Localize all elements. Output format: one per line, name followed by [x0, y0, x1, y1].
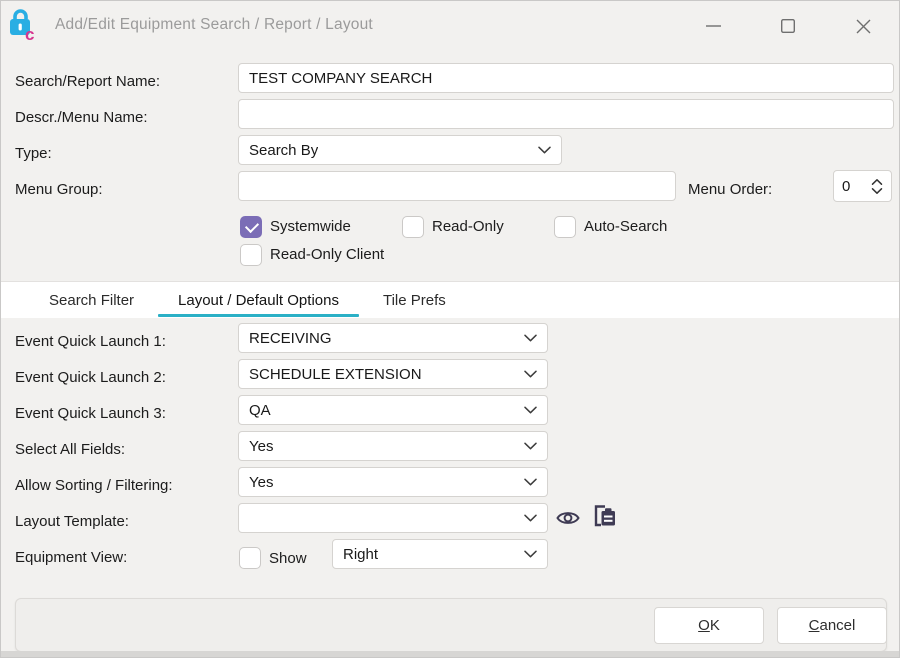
- equipment-view-select[interactable]: Right: [332, 539, 548, 569]
- read-only-client-checkbox-label: Read-Only Client: [270, 246, 384, 263]
- minimize-button[interactable]: [699, 12, 727, 40]
- window-bottom-edge: [1, 651, 899, 657]
- type-select-value: Search By: [249, 142, 318, 159]
- chevron-down-icon: [524, 334, 537, 342]
- auto-search-checkbox[interactable]: [554, 216, 576, 238]
- layout-template-label: Layout Template:: [15, 513, 129, 530]
- menu-order-label: Menu Order:: [688, 181, 772, 198]
- maximize-icon: [781, 19, 795, 33]
- menu-order-stepper[interactable]: 0: [833, 170, 892, 202]
- chevron-down-icon: [524, 370, 537, 378]
- tab-search-filter[interactable]: Search Filter: [27, 282, 156, 318]
- equipment-view-show-label: Show: [269, 550, 307, 567]
- minimize-icon: [706, 25, 721, 27]
- equipment-view-label: Equipment View:: [15, 549, 127, 566]
- close-button[interactable]: [849, 12, 877, 40]
- event-quick-launch-2-label: Event Quick Launch 2:: [15, 369, 166, 386]
- preview-layout-button[interactable]: [555, 505, 581, 531]
- chevron-down-icon: [524, 442, 537, 450]
- search-report-name-label: Search/Report Name:: [15, 73, 160, 90]
- select-all-fields-select[interactable]: Yes: [238, 431, 548, 461]
- chevron-down-icon: [524, 514, 537, 522]
- close-icon: [856, 19, 871, 34]
- menu-order-value: 0: [842, 178, 850, 195]
- chevron-down-icon: [538, 146, 551, 154]
- systemwide-checkbox[interactable]: [240, 216, 262, 238]
- type-select[interactable]: Search By: [238, 135, 562, 165]
- event-quick-launch-1-label: Event Quick Launch 1:: [15, 333, 166, 350]
- chevron-down-icon: [524, 550, 537, 558]
- descr-menu-name-label: Descr./Menu Name:: [15, 109, 148, 126]
- clipboard-paste-icon: [592, 502, 617, 529]
- event-quick-launch-1-select[interactable]: RECEIVING: [238, 323, 548, 353]
- menu-group-label: Menu Group:: [15, 181, 103, 198]
- read-only-checkbox[interactable]: [402, 216, 424, 238]
- maximize-button[interactable]: [774, 12, 802, 40]
- read-only-client-checkbox[interactable]: [240, 244, 262, 266]
- menu-group-input[interactable]: [238, 171, 676, 201]
- search-report-name-input[interactable]: [238, 63, 894, 93]
- event-quick-launch-3-label: Event Quick Launch 3:: [15, 405, 166, 422]
- event-quick-launch-2-select[interactable]: SCHEDULE EXTENSION: [238, 359, 548, 389]
- cancel-button[interactable]: Cancel: [777, 607, 887, 644]
- type-label: Type:: [15, 145, 52, 162]
- tab-bar: Search Filter Layout / Default Options T…: [1, 282, 899, 318]
- tab-layout-default-options[interactable]: Layout / Default Options: [156, 282, 361, 318]
- eye-icon: [556, 509, 580, 527]
- allow-sorting-filtering-select[interactable]: Yes: [238, 467, 548, 497]
- title-bar: c Add/Edit Equipment Search / Report / L…: [1, 1, 899, 49]
- ok-button[interactable]: OK: [654, 607, 764, 644]
- svg-text:c: c: [25, 25, 34, 42]
- allow-sorting-filtering-label: Allow Sorting / Filtering:: [15, 477, 173, 494]
- read-only-checkbox-label: Read-Only: [432, 218, 504, 235]
- systemwide-checkbox-label: Systemwide: [270, 218, 351, 235]
- equipment-view-show-checkbox[interactable]: [239, 547, 261, 569]
- layout-template-select[interactable]: [238, 503, 548, 533]
- spinner-up-down-icon: [871, 178, 883, 195]
- dialog-window: c Add/Edit Equipment Search / Report / L…: [0, 0, 900, 658]
- event-quick-launch-3-select[interactable]: QA: [238, 395, 548, 425]
- auto-search-checkbox-label: Auto-Search: [584, 218, 667, 235]
- footer-bar: OK Cancel: [15, 598, 887, 652]
- descr-menu-name-input[interactable]: [238, 99, 894, 129]
- chevron-down-icon: [524, 478, 537, 486]
- lock-c-app-icon: c: [8, 8, 44, 42]
- chevron-down-icon: [524, 406, 537, 414]
- window-title: Add/Edit Equipment Search / Report / Lay…: [55, 16, 373, 34]
- tab-tile-prefs[interactable]: Tile Prefs: [361, 282, 468, 318]
- select-all-fields-label: Select All Fields:: [15, 441, 125, 458]
- copy-layout-button[interactable]: [591, 502, 617, 528]
